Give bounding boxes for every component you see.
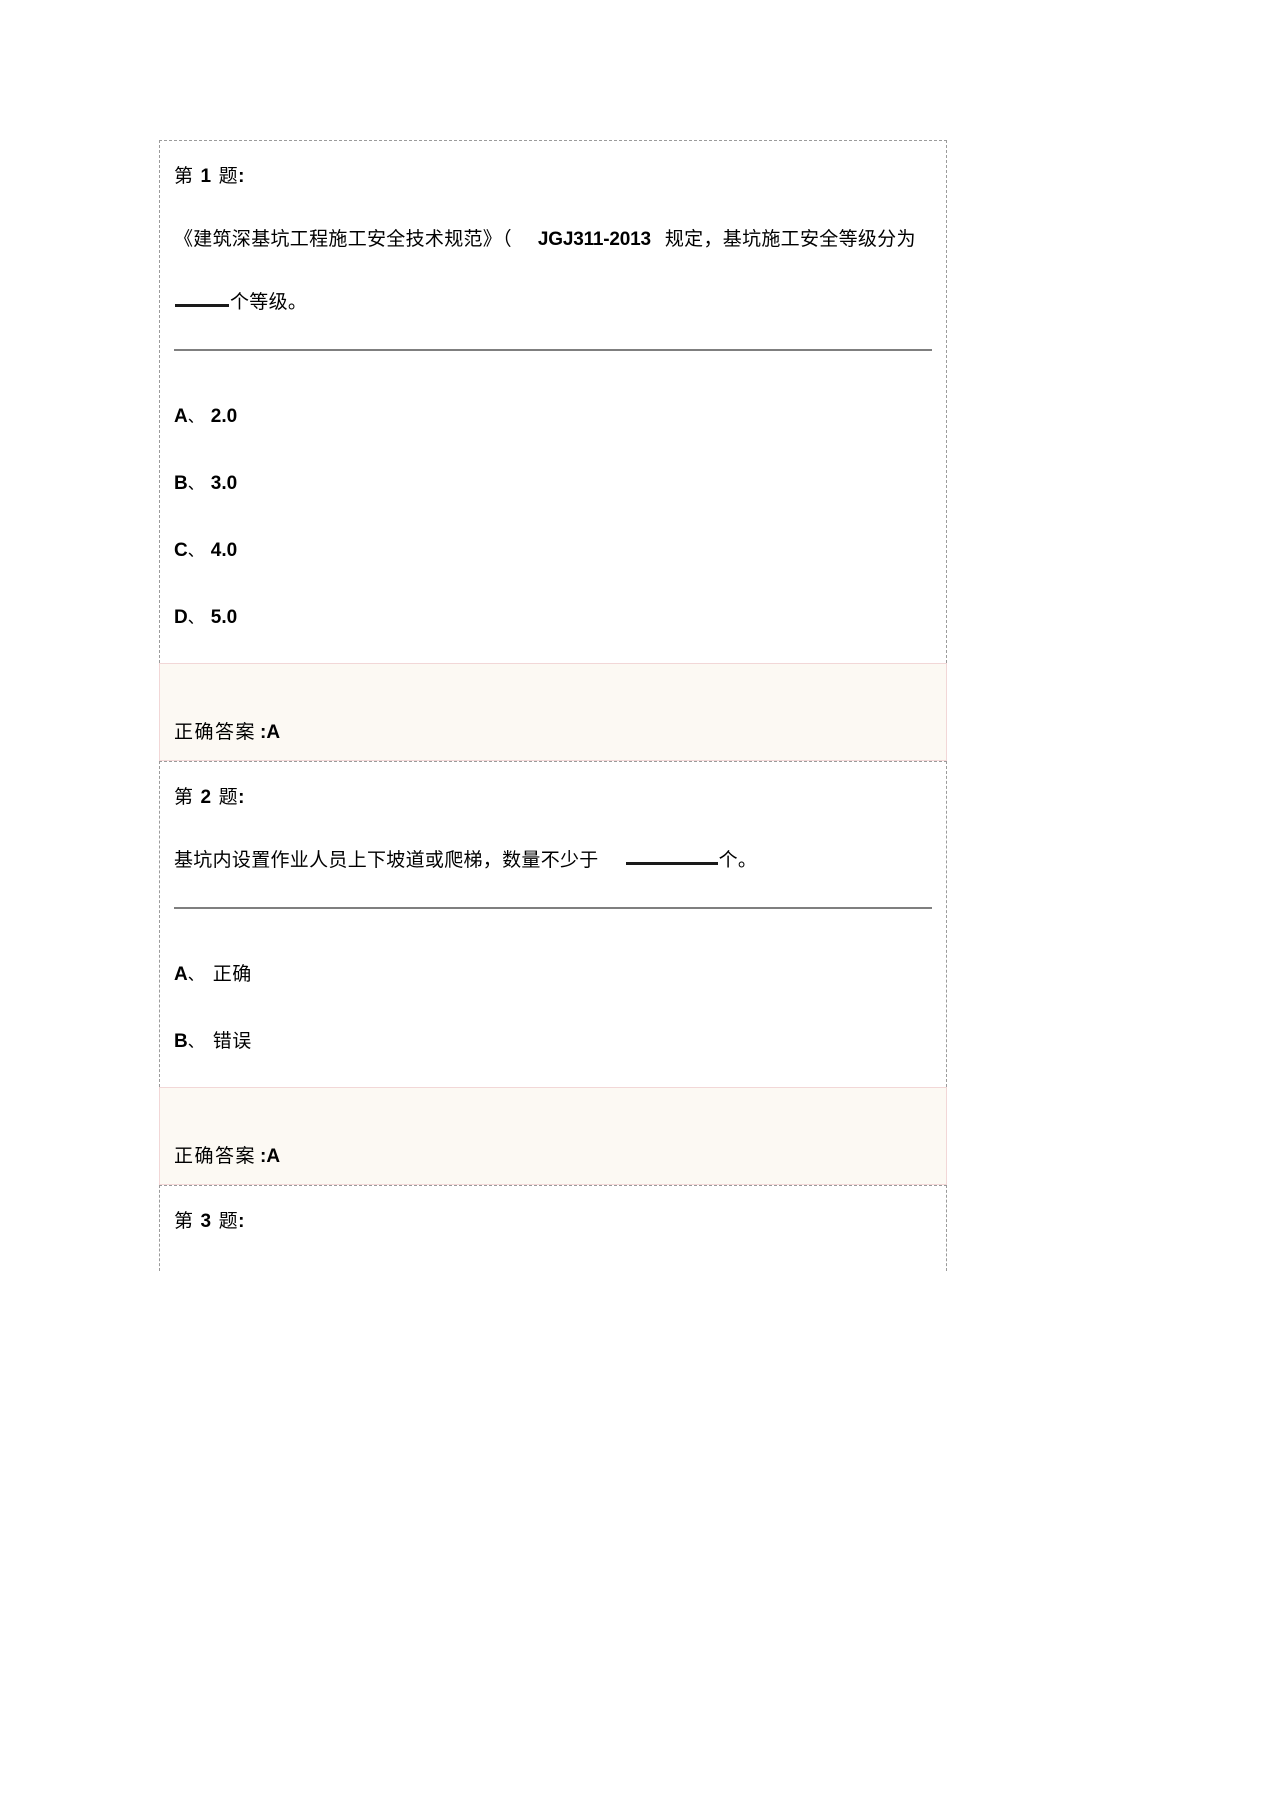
option-letter: A	[174, 964, 188, 985]
question-2-header: 第 2 题:	[174, 762, 932, 829]
option-letter: B	[174, 1031, 188, 1052]
question-list: 第 1 题: 《建筑深基坑工程施工安全技术规范》（ JGJ311-2013 规定，基坑施…	[159, 140, 947, 1271]
page-root: 第 1 题: 《建筑深基坑工程施工安全技术规范》（ JGJ311-2013 规定，基坑施…	[0, 0, 1274, 1804]
question-1-header-prefix: 第	[174, 165, 194, 187]
question-3-number: 3	[200, 1211, 212, 1232]
option-value: 4.0	[210, 540, 238, 561]
question-1-text: 《建筑深基坑工程施工安全技术规范》（ JGJ311-2013 规定，基坑施工安全等级…	[174, 208, 932, 349]
option-value: 2.0	[210, 406, 238, 427]
question-2-option-a[interactable]: A、 正确	[174, 909, 932, 985]
question-2-options: A、 正确 B、 错误	[160, 909, 946, 1087]
question-1-header-suffix: 题	[218, 165, 239, 187]
question-card-2: 第 2 题: 基坑内设置作业人员上下坡道或爬梯，数量不少于 个。 A、 正确 B、 错误	[159, 761, 947, 1087]
option-value: 3.0	[210, 473, 238, 494]
option-separator: 、	[187, 541, 204, 560]
question-2-header-colon: :	[238, 787, 245, 808]
question-3-header: 第 3 题:	[174, 1186, 932, 1253]
option-separator: 、	[187, 1032, 204, 1051]
question-3-header-colon: :	[238, 1211, 245, 1232]
option-letter: A	[174, 406, 188, 427]
question-1-answer-box: 正确答案:A	[159, 663, 947, 761]
question-1-stem-part2: 规定，基坑施工安全等级分为	[664, 228, 916, 250]
question-1-stem-part3: 个等级。	[230, 291, 308, 313]
option-separator: 、	[187, 474, 204, 493]
answer-value: :A	[260, 722, 281, 743]
question-2-answer-text: 正确答案:A	[174, 1145, 281, 1167]
question-2-stem-block: 第 2 题: 基坑内设置作业人员上下坡道或爬梯，数量不少于 个。	[160, 762, 946, 907]
option-letter: C	[174, 540, 188, 561]
answer-label: 正确答案	[174, 721, 257, 743]
question-1-answer-text: 正确答案:A	[174, 721, 281, 743]
question-2-text: 基坑内设置作业人员上下坡道或爬梯，数量不少于 个。	[174, 829, 932, 907]
question-card-3: 第 3 题:	[159, 1185, 947, 1271]
option-value: 错误	[212, 1030, 252, 1052]
question-1-option-a[interactable]: A、 2.0	[174, 351, 932, 426]
question-2-blank	[625, 862, 718, 865]
question-2-stem-part3: 个。	[718, 849, 758, 871]
question-3-header-prefix: 第	[174, 1210, 194, 1232]
question-2-answer-box: 正确答案:A	[159, 1087, 947, 1185]
question-2-number: 2	[200, 787, 212, 808]
option-separator: 、	[187, 965, 204, 984]
question-1-header: 第 1 题:	[174, 141, 932, 208]
question-1-option-b[interactable]: B、 3.0	[174, 426, 932, 493]
question-1-header-colon: :	[238, 166, 245, 187]
question-1-blank	[175, 304, 229, 307]
question-2-header-suffix: 题	[218, 786, 239, 808]
question-3-header-suffix: 题	[218, 1210, 239, 1232]
option-value: 5.0	[210, 607, 238, 628]
question-2-header-prefix: 第	[174, 786, 194, 808]
question-card-1: 第 1 题: 《建筑深基坑工程施工安全技术规范》（ JGJ311-2013 规定，基坑施…	[159, 140, 947, 663]
option-letter: B	[174, 473, 188, 494]
question-1-option-d[interactable]: D、 5.0	[174, 560, 932, 663]
option-value: 正确	[212, 963, 252, 985]
option-separator: 、	[187, 608, 204, 627]
question-1-stem-part1: 《建筑深基坑工程施工安全技术规范》（	[174, 228, 512, 250]
question-3-stem-placeholder	[174, 1253, 932, 1271]
question-1-number: 1	[200, 166, 212, 187]
question-1-options: A、 2.0 B、 3.0 C、 4.0 D、 5.0	[160, 351, 946, 663]
option-separator: 、	[187, 407, 204, 426]
question-1-standard-code: JGJ311-2013	[537, 229, 651, 250]
question-2-option-b[interactable]: B、 错误	[174, 984, 932, 1087]
answer-label: 正确答案	[174, 1145, 257, 1167]
question-2-stem-part1: 基坑内设置作业人员上下坡道或爬梯，数量不少于	[174, 849, 599, 871]
question-1-option-c[interactable]: C、 4.0	[174, 493, 932, 560]
answer-value: :A	[260, 1146, 281, 1167]
question-1-stem-block: 第 1 题: 《建筑深基坑工程施工安全技术规范》（ JGJ311-2013 规定，基坑施…	[160, 141, 946, 349]
option-letter: D	[174, 607, 188, 628]
question-3-stem-block: 第 3 题:	[160, 1186, 946, 1271]
